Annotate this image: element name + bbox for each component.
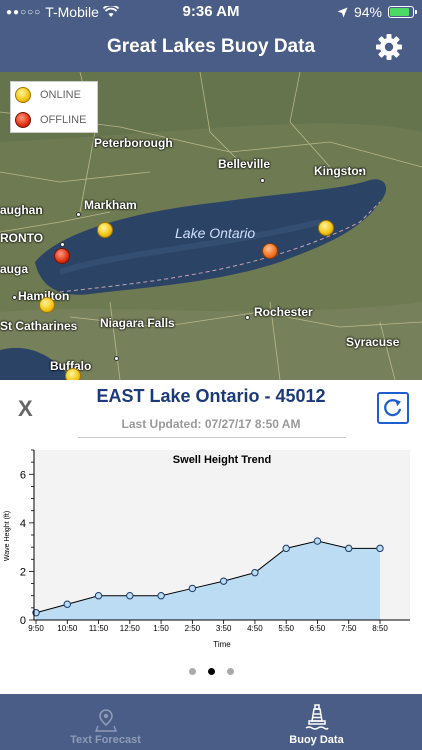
tab-label: Text Forecast (70, 734, 141, 746)
place-label: Peterborough (94, 136, 173, 150)
tab-buoy-data[interactable]: Buoy Data (211, 694, 422, 750)
data-point (219, 577, 228, 585)
buoy-marker-online[interactable] (97, 222, 113, 238)
battery-icon (388, 6, 417, 18)
buoy-icon (305, 704, 329, 730)
chart-title: Swell Height Trend (173, 454, 271, 466)
page-dot[interactable] (226, 668, 234, 675)
x-tick-label: 10:50 (57, 624, 78, 633)
y-tick-label: 6 (20, 469, 26, 481)
city-marker (245, 315, 250, 320)
x-tick-label: 12:50 (120, 624, 141, 633)
place-label: Belleville (218, 157, 271, 171)
data-point (63, 600, 71, 608)
data-point (126, 592, 134, 600)
y-axis-label: Wave Height (ft) (4, 511, 11, 561)
buoy-map[interactable]: ONLINE OFFLINE Lake Ontario Peterborough… (0, 72, 422, 380)
data-point (251, 568, 259, 577)
x-tick-label: 11:50 (89, 624, 109, 633)
city-marker (358, 168, 363, 173)
map-pin-icon (94, 709, 117, 732)
place-label: Markham (84, 198, 137, 212)
battery-percent: 94% (353, 4, 382, 20)
x-tick-label: 9:50 (28, 624, 44, 633)
tab-label: Buoy Data (289, 734, 344, 746)
data-point (345, 544, 353, 553)
buoy-marker-online[interactable] (65, 368, 81, 380)
y-tick-label: 2 (20, 566, 26, 578)
page-title: Great Lakes Buoy Data (106, 36, 316, 57)
data-point (376, 544, 384, 553)
data-point (282, 544, 290, 553)
page-dot-active[interactable] (207, 668, 215, 675)
gear-icon[interactable] (374, 32, 404, 62)
buoy-marker-selected[interactable] (262, 243, 278, 259)
x-axis-label: Time (213, 640, 231, 649)
city-marker (60, 242, 65, 247)
online-marker-icon (15, 86, 31, 103)
place-label: Syracuse (346, 335, 400, 349)
x-tick-label: 3:50 (216, 624, 232, 633)
city-marker (260, 178, 265, 183)
x-tick-label: 4:50 (247, 624, 263, 633)
tab-text-forecast[interactable]: Text Forecast (0, 694, 211, 750)
location-arrow-icon (337, 7, 348, 17)
x-tick-label: 2:50 (185, 624, 201, 633)
page-indicator[interactable] (0, 668, 422, 675)
buoy-marker-online[interactable] (39, 297, 55, 313)
offline-marker-icon (15, 111, 31, 128)
tab-bar: Text Forecast Buoy Data (0, 694, 422, 750)
buoy-marker-online[interactable] (318, 220, 334, 236)
data-point (313, 537, 322, 545)
app-header: ●●○○○ T-Mobile 9:36 AM 94% Great Lakes B… (0, 0, 422, 72)
swell-height-chart: Swell Height Trend Time Wave Height (ft)… (4, 449, 410, 649)
city-marker (76, 212, 81, 217)
place-label: Niagara Falls (100, 316, 175, 330)
x-tick-label: 1:50 (153, 624, 169, 633)
data-point (188, 584, 197, 593)
legend-offline-label: OFFLINE (40, 113, 87, 126)
last-updated: Last Updated: 07/27/17 8:50 AM (121, 417, 301, 431)
x-tick-label: 7:50 (341, 624, 357, 633)
data-point (157, 592, 165, 600)
x-tick-label: 8:50 (372, 624, 388, 633)
x-tick-label: 6:50 (310, 624, 326, 633)
place-label: aughan (0, 203, 43, 217)
page-dot[interactable] (188, 668, 196, 675)
status-bar: ●●○○○ T-Mobile 9:36 AM 94% (0, 0, 422, 24)
y-tick-label: 4 (20, 518, 26, 530)
city-marker (114, 356, 119, 361)
refresh-button[interactable] (377, 392, 409, 424)
lake-label: Lake Ontario (175, 225, 256, 241)
place-label: RONTO (0, 231, 44, 245)
buoy-marker-offline[interactable] (54, 248, 70, 264)
y-tick-label: 0 (20, 615, 26, 627)
data-point (94, 592, 103, 600)
place-label: St Catharines (0, 319, 78, 333)
legend-online-label: ONLINE (40, 88, 81, 101)
place-label: auga (0, 262, 29, 276)
city-marker (12, 295, 17, 300)
place-label: Rochester (254, 305, 313, 319)
map-legend: ONLINE OFFLINE (10, 81, 98, 133)
station-title: EAST Lake Ontario - 45012 (96, 386, 326, 406)
divider (78, 437, 346, 438)
x-tick-label: 5:50 (278, 624, 294, 633)
